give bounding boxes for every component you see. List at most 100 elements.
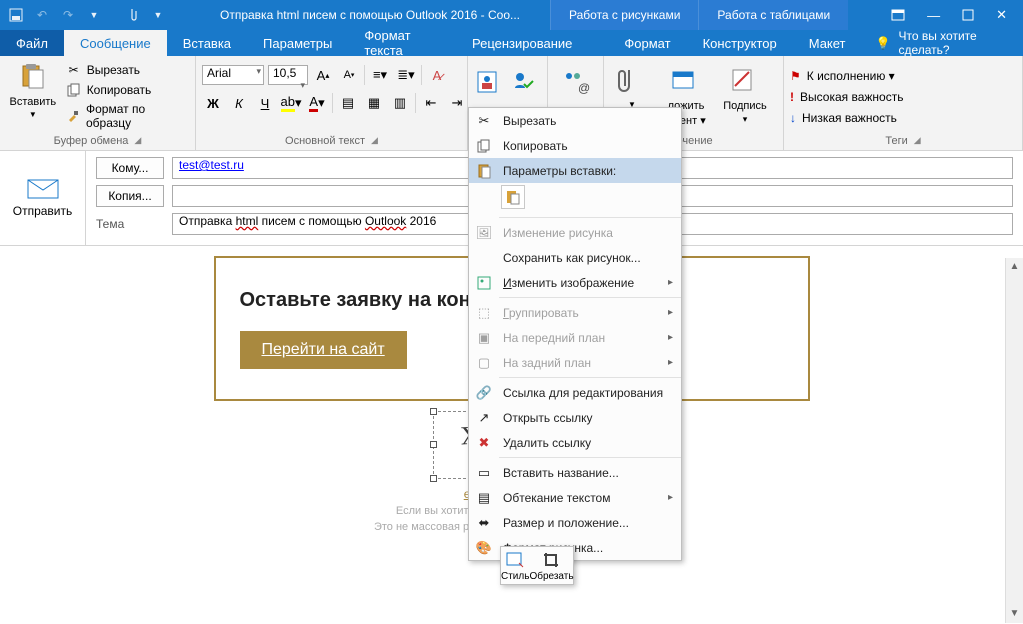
tab-message[interactable]: Сообщение: [64, 30, 167, 56]
signature-button[interactable]: Подпись▾: [718, 62, 772, 125]
tab-layout[interactable]: Макет: [793, 30, 862, 56]
context-menu: ✂Вырезать Копировать Параметры вставки: …: [468, 107, 682, 561]
attach-file-button[interactable]: ▼: [610, 62, 654, 109]
remove-link-icon: ✖: [475, 434, 493, 452]
tab-review[interactable]: Рецензирование: [456, 30, 588, 56]
scroll-up-icon[interactable]: ▲: [1006, 258, 1023, 276]
edit-image-icon: [475, 274, 493, 292]
attach-icon[interactable]: [124, 7, 140, 23]
style-button[interactable]: Стиль: [501, 547, 529, 584]
font-color-button[interactable]: A▾: [306, 92, 328, 114]
ctx-save-picture[interactable]: Сохранить как рисунок...: [469, 245, 681, 270]
style-icon: [505, 551, 525, 571]
group-icon: ⬚: [475, 304, 493, 322]
ctx-cut[interactable]: ✂Вырезать: [469, 108, 681, 133]
address-book-icon: [474, 68, 506, 100]
context-tab-table[interactable]: Работа с таблицами: [698, 0, 848, 30]
maximize-icon[interactable]: [962, 9, 974, 21]
bold-button[interactable]: Ж: [202, 92, 224, 114]
resize-handle[interactable]: [430, 408, 437, 415]
cut-button[interactable]: ✂Вырезать: [66, 62, 189, 78]
bullets-icon[interactable]: ≡▾: [369, 64, 391, 86]
cta-button[interactable]: Перейти на сайт: [240, 331, 407, 369]
addressing-button[interactable]: @: [554, 64, 597, 100]
tab-insert[interactable]: Вставка: [167, 30, 247, 56]
ctx-paste-options: [469, 183, 681, 215]
mini-toolbar: Стиль Обрезать: [500, 546, 574, 585]
ctx-remove-link[interactable]: ✖Удалить ссылку: [469, 430, 681, 455]
check-names-icon: [509, 68, 541, 100]
align-right-icon[interactable]: ▥: [389, 92, 411, 114]
font-name-select[interactable]: Arial: [202, 65, 264, 85]
highlight-button[interactable]: ab▾: [280, 92, 302, 114]
ctx-edit-link[interactable]: 🔗Ссылка для редактирования: [469, 380, 681, 405]
qat-dropdown-icon[interactable]: ▼: [150, 7, 166, 23]
group-basic-text: Arial 10,5 A▴ A▾ ≡▾ ≣▾ A̷ Ж К Ч ab▾ A▾ ▤…: [196, 56, 468, 150]
scroll-down-icon[interactable]: ▼: [1006, 605, 1023, 623]
window-controls: — ✕: [875, 7, 1023, 23]
tab-options[interactable]: Параметры: [247, 30, 348, 56]
ctx-insert-caption[interactable]: ▭Вставить название...: [469, 460, 681, 485]
font-size-select[interactable]: 10,5: [268, 65, 308, 85]
copy-button[interactable]: Копировать: [66, 82, 189, 98]
save-icon[interactable]: [8, 7, 24, 23]
grow-font-icon[interactable]: A▴: [312, 64, 334, 86]
send-button[interactable]: Отправить: [0, 151, 86, 245]
title-bar: ↶ ↷ ▼ ▼ Отправка html писем с помощью Ou…: [0, 0, 1023, 30]
tell-me-label: Что вы хотите сделать?: [898, 29, 1009, 57]
undo-icon[interactable]: ↶: [34, 7, 50, 23]
tab-design[interactable]: Конструктор: [687, 30, 793, 56]
group-tags: К исполнению ▾ Высокая важность Низкая в…: [784, 56, 1023, 150]
tab-format-text[interactable]: Формат текста: [348, 30, 456, 56]
clipboard-launcher-icon[interactable]: ◢: [134, 135, 141, 147]
tab-file[interactable]: Файл: [0, 30, 64, 56]
cc-button[interactable]: Копия...: [96, 185, 164, 207]
copy-icon: [66, 82, 82, 98]
tags-launcher-icon[interactable]: ◢: [914, 135, 921, 147]
vertical-scrollbar[interactable]: ▲ ▼: [1005, 258, 1023, 623]
group-clipboard: Вставить ▼ ✂Вырезать Копировать Формат п…: [0, 56, 196, 150]
ctx-edit-image[interactable]: ИИзменить изображениезменить изображение: [469, 270, 681, 295]
qat-more-icon[interactable]: ▼: [86, 7, 102, 23]
send-icon: [26, 178, 60, 200]
tell-me-search[interactable]: 💡 Что вы хотите сделать?: [862, 30, 1023, 56]
crop-button[interactable]: Обрезать: [529, 547, 573, 584]
svg-text:@: @: [578, 81, 590, 95]
ctx-wrap-text[interactable]: ▤Обтекание текстом: [469, 485, 681, 510]
crop-icon: [542, 551, 562, 571]
tab-format[interactable]: Формат: [608, 30, 686, 56]
redo-icon[interactable]: ↷: [60, 7, 76, 23]
ribbon-tabs: Файл Сообщение Вставка Параметры Формат …: [0, 30, 1023, 56]
scissors-icon: ✂: [66, 62, 82, 78]
address-book-button[interactable]: [474, 64, 507, 100]
paste-option-picture[interactable]: [501, 185, 525, 209]
align-left-icon[interactable]: ▤: [337, 92, 359, 114]
paste-button[interactable]: Вставить ▼: [6, 58, 60, 119]
font-launcher-icon[interactable]: ◢: [371, 135, 378, 147]
minimize-icon[interactable]: —: [927, 8, 940, 23]
indent-dec-icon[interactable]: ⇤: [420, 92, 442, 114]
format-painter-button[interactable]: Формат по образцу: [66, 102, 189, 130]
numbering-icon[interactable]: ≣▾: [395, 64, 417, 86]
context-tab-picture[interactable]: Работа с рисунками: [550, 0, 698, 30]
picture-icon: 🖼: [475, 224, 493, 242]
ctx-open-link[interactable]: ↗Открыть ссылку: [469, 405, 681, 430]
check-names-button[interactable]: [509, 64, 542, 100]
followup-button[interactable]: К исполнению ▾: [790, 68, 903, 84]
to-button[interactable]: Кому...: [96, 157, 164, 179]
ctx-size-position[interactable]: ⬌Размер и положение...: [469, 510, 681, 535]
shrink-font-icon[interactable]: A▾: [338, 64, 360, 86]
ctx-copy[interactable]: Копировать: [469, 133, 681, 158]
low-importance-button[interactable]: Низкая важность: [790, 110, 903, 126]
indent-inc-icon[interactable]: ⇥: [446, 92, 468, 114]
clear-format-icon[interactable]: A̷: [426, 64, 448, 86]
attach-item-icon: [670, 66, 702, 98]
ribbon-display-icon[interactable]: [891, 9, 905, 21]
italic-button[interactable]: К: [228, 92, 250, 114]
align-center-icon[interactable]: ▦: [363, 92, 385, 114]
underline-button[interactable]: Ч: [254, 92, 276, 114]
size-icon: ⬌: [475, 514, 493, 532]
high-importance-button[interactable]: Высокая важность: [790, 89, 903, 105]
close-icon[interactable]: ✕: [996, 7, 1007, 23]
quick-access-toolbar: ↶ ↷ ▼ ▼: [0, 7, 174, 23]
